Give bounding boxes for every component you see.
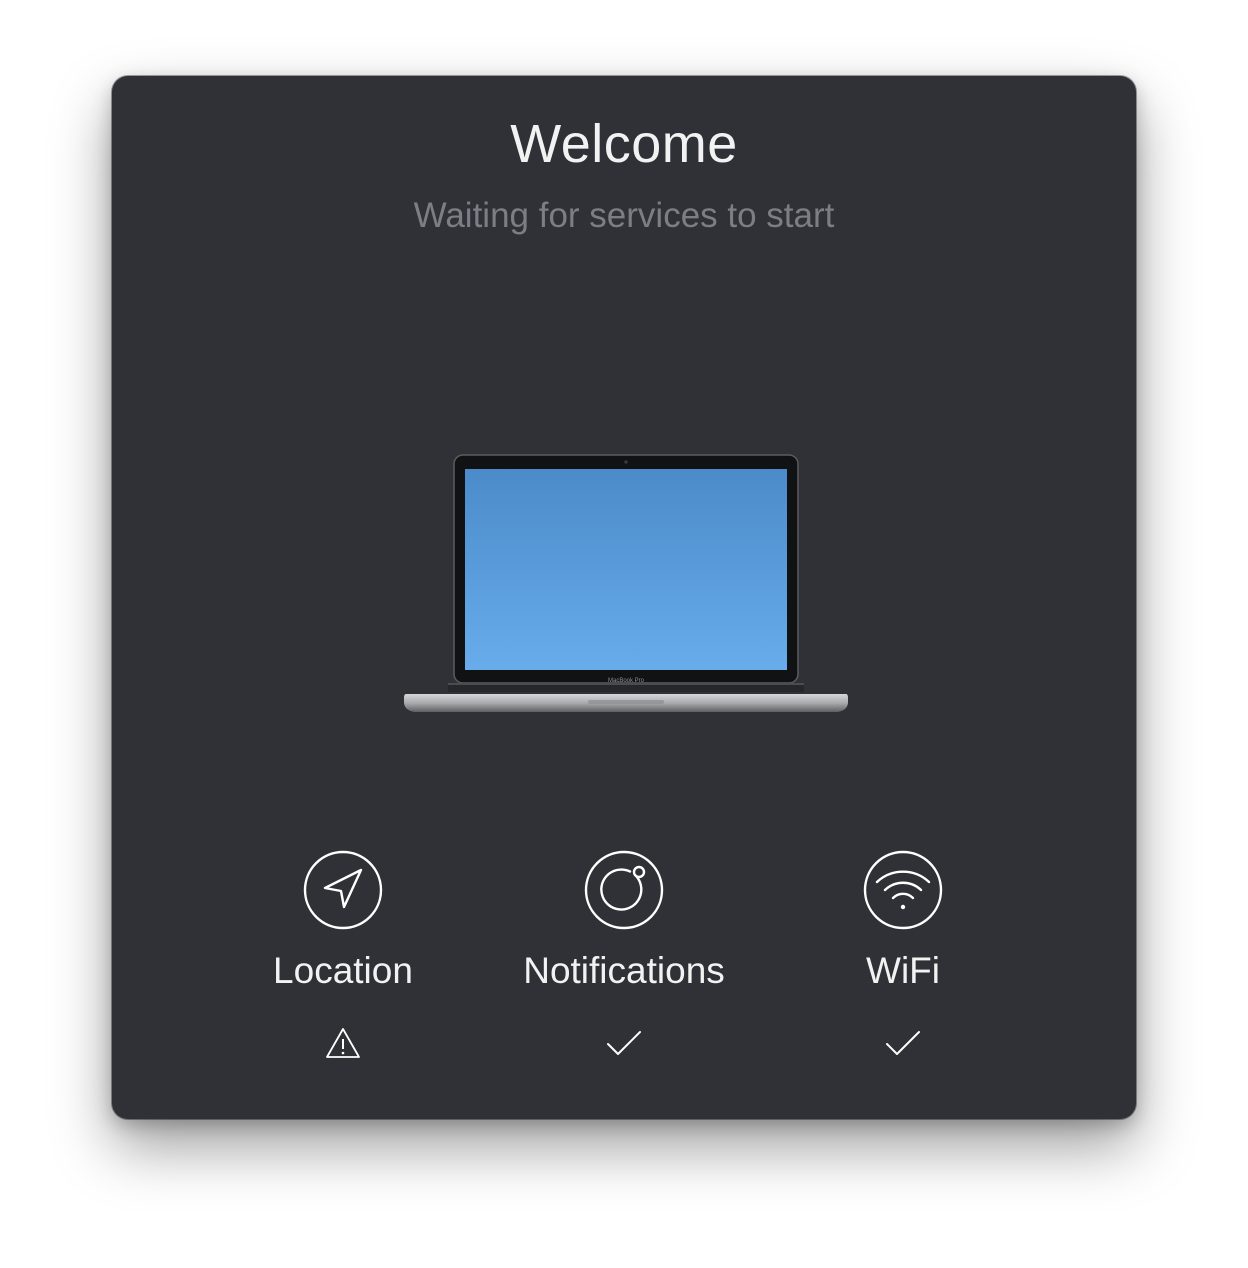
wifi-icon [863, 850, 943, 930]
checkmark-icon [607, 1031, 641, 1055]
services-row: Location Notifications WiFi [112, 850, 1136, 1090]
location-arrow-icon [303, 850, 383, 930]
service-notifications: Notifications [484, 850, 764, 1070]
welcome-window: Welcome Waiting for services to start Ma… [112, 76, 1136, 1119]
service-location: Location [203, 850, 483, 1070]
welcome-title: Welcome [510, 114, 738, 174]
laptop-label: MacBook Pro [608, 678, 645, 684]
macbook-pro-icon: MacBook Pro [404, 454, 848, 712]
warning-triangle-icon [326, 1028, 360, 1058]
notification-ring-icon [584, 850, 664, 930]
service-wifi: WiFi [763, 850, 1043, 1070]
service-wifi-label: WiFi [866, 950, 940, 991]
checkmark-icon [886, 1031, 920, 1055]
service-notifications-label: Notifications [523, 950, 725, 991]
status-subtitle: Waiting for services to start [413, 196, 835, 235]
service-location-label: Location [273, 950, 413, 991]
